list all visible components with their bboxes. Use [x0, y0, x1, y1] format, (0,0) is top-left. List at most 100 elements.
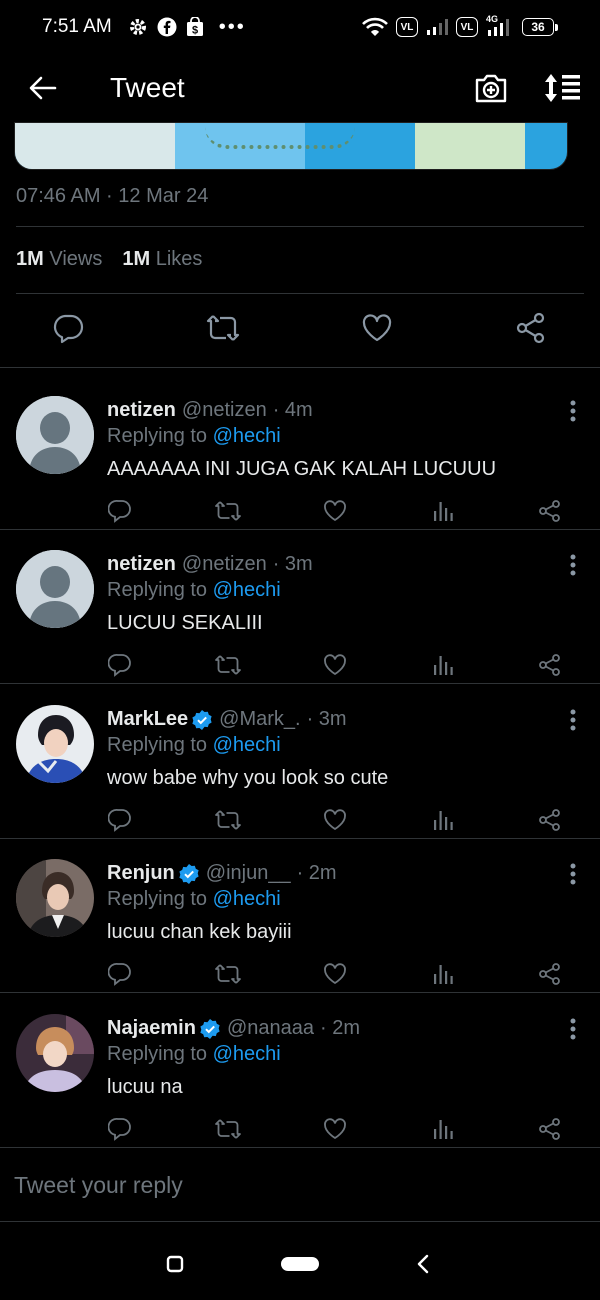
- reply-text: wow babe why you look so cute: [107, 767, 389, 789]
- reply-author-name[interactable]: MarkLee: [107, 708, 188, 731]
- status-time: 7:51 AM: [42, 16, 112, 37]
- retweet-icon[interactable]: [214, 962, 242, 986]
- reply-text: AAAAAAA INI JUGA GAK KALAH LUCUUU: [107, 458, 497, 480]
- recents-icon[interactable]: [166, 1255, 184, 1273]
- reply-item[interactable]: Renjun @injun__ · 2m Replying to @hechi lu…: [0, 839, 600, 993]
- app-bar: Tweet: [0, 54, 600, 122]
- replying-prefix: Replying to: [107, 425, 208, 447]
- comment-icon[interactable]: [108, 499, 132, 523]
- analytics-icon[interactable]: [432, 1117, 454, 1141]
- more-icon[interactable]: [570, 863, 576, 885]
- reply-text: LUCUU SEKALIII: [107, 612, 263, 634]
- heart-icon[interactable]: [361, 312, 393, 344]
- comment-icon[interactable]: [108, 1117, 132, 1141]
- tweet-action-bar: [0, 312, 600, 348]
- analytics-icon[interactable]: [432, 962, 454, 986]
- reply-author-handle: @netizen: [181, 553, 267, 575]
- reply-author-name[interactable]: Najaemin: [107, 1017, 196, 1040]
- share-icon[interactable]: [538, 962, 562, 986]
- volte-badge-1: VL: [396, 17, 418, 37]
- battery-level: 36: [522, 18, 554, 36]
- share-icon[interactable]: [538, 653, 562, 677]
- retweet-icon[interactable]: [214, 1117, 242, 1141]
- tweet-stats: 1M Views 1M Likes: [16, 248, 202, 271]
- svg-text:$: $: [192, 25, 198, 37]
- reply-composer[interactable]: Tweet your reply: [0, 1148, 600, 1222]
- share-icon[interactable]: [515, 312, 547, 344]
- replying-to-link[interactable]: @hechi: [213, 425, 281, 447]
- signal-icon: [427, 19, 448, 35]
- sort-icon[interactable]: [542, 72, 582, 104]
- avatar[interactable]: [16, 550, 94, 628]
- settings-gear-icon: [129, 19, 146, 35]
- reply-author-name[interactable]: Renjun: [107, 862, 175, 885]
- reply-text: lucuu na: [107, 1076, 183, 1098]
- heart-icon[interactable]: [323, 653, 347, 677]
- avatar[interactable]: [16, 396, 94, 474]
- likes-stat[interactable]: 1M Likes: [122, 248, 202, 271]
- retweet-icon[interactable]: [205, 312, 241, 344]
- shopping-bag-icon: $: [186, 17, 203, 37]
- reply-author-handle: @nanaaa: [226, 1017, 314, 1039]
- page-title: Tweet: [110, 72, 185, 103]
- back-button[interactable]: [0, 54, 86, 122]
- nav-back-icon[interactable]: [416, 1254, 430, 1274]
- battery-icon: 36: [522, 18, 558, 36]
- retweet-icon[interactable]: [214, 499, 242, 523]
- retweet-icon[interactable]: [214, 653, 242, 677]
- share-icon[interactable]: [538, 499, 562, 523]
- retweet-icon[interactable]: [214, 808, 242, 832]
- reply-time: · 2m: [296, 862, 337, 884]
- reply-item[interactable]: MarkLee @Mark_. · 3m Replying to @hechi wo…: [0, 685, 600, 839]
- comment-icon[interactable]: [52, 312, 84, 344]
- home-icon[interactable]: [280, 1255, 320, 1273]
- divider: [0, 367, 600, 368]
- tweet-timestamp: 07:46 AM · 12 Mar 24: [16, 185, 209, 207]
- replying-to-link[interactable]: @hechi: [213, 579, 281, 601]
- reply-author-handle: @netizen: [181, 399, 267, 421]
- more-icon[interactable]: [570, 709, 576, 731]
- share-icon[interactable]: [538, 1117, 562, 1141]
- reply-time: · 3m: [272, 553, 313, 575]
- share-icon[interactable]: [538, 808, 562, 832]
- comment-icon[interactable]: [108, 962, 132, 986]
- avatar[interactable]: [16, 705, 94, 783]
- analytics-icon[interactable]: [432, 808, 454, 832]
- avatar[interactable]: [16, 859, 94, 937]
- replying-to-link[interactable]: @hechi: [213, 1043, 281, 1065]
- reply-item[interactable]: Najaemin @nanaaa · 2m Replying to @hechi l…: [0, 994, 600, 1148]
- heart-icon[interactable]: [323, 499, 347, 523]
- camera-plus-icon[interactable]: [474, 72, 508, 104]
- views-count: 1M: [16, 248, 44, 270]
- avatar[interactable]: [16, 1014, 94, 1092]
- replying-prefix: Replying to: [107, 734, 208, 756]
- more-status-icon: •••: [218, 15, 246, 38]
- analytics-icon[interactable]: [432, 653, 454, 677]
- reply-item[interactable]: netizen @netizen · 4m Replying to @hechi A…: [0, 376, 600, 530]
- more-icon[interactable]: [570, 554, 576, 576]
- replying-to-link[interactable]: @hechi: [213, 888, 281, 910]
- likes-label: Likes: [155, 248, 203, 270]
- reply-author-name[interactable]: netizen: [107, 399, 176, 422]
- heart-icon[interactable]: [323, 1117, 347, 1141]
- comment-icon[interactable]: [108, 653, 132, 677]
- likes-count: 1M: [122, 248, 151, 270]
- comment-icon[interactable]: [108, 808, 132, 832]
- status-bar: 7:51 AM $ ••• VL VL 4G 36: [0, 0, 600, 54]
- tweet-media-image[interactable]: [14, 122, 568, 170]
- wifi-icon: [362, 17, 388, 36]
- heart-icon[interactable]: [323, 962, 347, 986]
- heart-icon[interactable]: [323, 808, 347, 832]
- replying-prefix: Replying to: [107, 1043, 208, 1065]
- reply-time: · 2m: [319, 1017, 360, 1039]
- back-arrow-icon: [29, 76, 57, 100]
- reply-item[interactable]: netizen @netizen · 3m Replying to @hechi L…: [0, 530, 600, 684]
- more-icon[interactable]: [570, 1018, 576, 1040]
- reply-author-name[interactable]: netizen: [107, 553, 176, 576]
- more-icon[interactable]: [570, 400, 576, 422]
- reply-input-placeholder[interactable]: Tweet your reply: [14, 1172, 183, 1199]
- analytics-icon[interactable]: [432, 499, 454, 523]
- views-stat[interactable]: 1M Views: [16, 248, 102, 271]
- replying-to-link[interactable]: @hechi: [213, 734, 281, 756]
- verified-icon: [192, 709, 212, 730]
